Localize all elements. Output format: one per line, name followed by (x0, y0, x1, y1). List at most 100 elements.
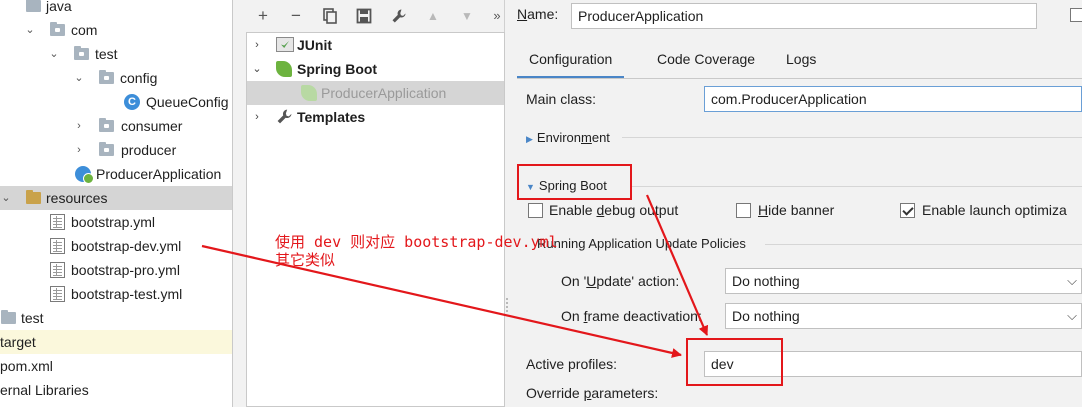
tree-row-consumer[interactable]: › consumer (0, 114, 232, 138)
chevron-down-icon[interactable]: ⌄ (48, 42, 60, 66)
package-folder-icon (74, 46, 89, 60)
section-divider (630, 186, 1082, 187)
tree-row-bootstrap-yml[interactable]: bootstrap.yml (0, 210, 232, 234)
tab-logs[interactable]: Logs (774, 41, 828, 78)
chevron-down-icon: ⌵ (1067, 273, 1077, 288)
on-frame-deactivation-dropdown[interactable]: Do nothing ⌵ (725, 303, 1082, 329)
tree-row-target[interactable]: target (0, 330, 232, 354)
edit-defaults-button[interactable] (388, 5, 410, 27)
active-profiles-highlight-box (686, 338, 783, 386)
override-parameters-label: Override parameters: (526, 385, 659, 401)
launch-optimization-label: Enable launch optimiza (922, 202, 1067, 218)
name-input[interactable]: ProducerApplication (571, 3, 1037, 29)
debug-output-checkbox[interactable] (528, 203, 543, 218)
tree-row-label: bootstrap-pro.yml (71, 262, 180, 278)
launch-optimization-checkbox[interactable] (900, 203, 915, 218)
section-divider (622, 137, 1082, 138)
tree-row-java[interactable]: java (0, 0, 232, 18)
tree-row-label: ProducerApplication (96, 166, 222, 182)
chevron-down-icon: ⌵ (1067, 308, 1077, 323)
dropdown-value: Do nothing (732, 308, 800, 324)
chevron-down-icon[interactable]: ⌄ (0, 186, 12, 210)
chevron-right-icon[interactable]: › (251, 105, 263, 129)
hide-banner-checkbox[interactable] (736, 203, 751, 218)
dropdown-value: Do nothing (732, 273, 800, 289)
tree-row-label: test (21, 310, 44, 326)
tree-row-label: target (0, 334, 36, 350)
tree-row-resources[interactable]: ⌄ resources (0, 186, 232, 210)
config-templates[interactable]: › Templates (247, 105, 504, 129)
chevron-down-icon[interactable]: ⌄ (73, 66, 85, 90)
config-tabs: Configuration Code Coverage Logs (517, 41, 1082, 79)
tree-row-label: test (95, 46, 118, 62)
tree-row-label: QueueConfig (146, 94, 229, 110)
name-label: Name: (517, 6, 559, 22)
tree-row-label: bootstrap-dev.yml (71, 238, 182, 254)
tree-row-config[interactable]: ⌄ config (0, 66, 232, 90)
tab-configuration[interactable]: Configuration (517, 41, 625, 78)
environment-section[interactable]: ▶ Environment (526, 130, 610, 145)
run-config-toolbar: + − ▲ ▼ » (234, 0, 505, 32)
yml-file-icon (50, 286, 65, 302)
tree-row-label: ernal Libraries (0, 382, 89, 398)
tree-row-label: bootstrap-test.yml (71, 286, 183, 302)
config-type-label: Templates (297, 109, 366, 125)
more-actions-button[interactable]: » (486, 5, 508, 27)
chevron-right-icon[interactable]: › (251, 33, 263, 57)
tree-row-pom[interactable]: pom.xml (0, 354, 232, 378)
tab-code-coverage[interactable]: Code Coverage (645, 41, 767, 78)
config-item-producerapplication[interactable]: ProducerApplication (247, 81, 504, 105)
tree-row-bootstrap-pro-yml[interactable]: bootstrap-pro.yml (0, 258, 232, 282)
add-config-button[interactable]: + (252, 5, 274, 27)
config-type-junit[interactable]: › JUnit (247, 33, 504, 57)
update-policies-section: Running Application Update Policies (537, 236, 746, 251)
tree-row-queueconfig[interactable]: C QueueConfig (0, 90, 232, 114)
junit-icon (276, 37, 294, 52)
spring-boot-icon (276, 61, 292, 77)
run-config-tree: › JUnit ⌄ Spring Boot ProducerApplicatio… (246, 32, 505, 407)
tree-row-producer[interactable]: › producer (0, 138, 232, 162)
save-config-button[interactable] (353, 5, 375, 27)
tree-row-bootstrap-test-yml[interactable]: bootstrap-test.yml (0, 282, 232, 306)
move-down-button[interactable]: ▼ (456, 5, 478, 27)
move-up-button[interactable]: ▲ (422, 5, 444, 27)
tree-row-test-root[interactable]: test (0, 306, 232, 330)
copy-config-button[interactable] (319, 5, 341, 27)
config-panel: Name: ProducerApplication Configuration … (510, 0, 1082, 407)
remove-config-button[interactable]: − (285, 5, 307, 27)
folder-icon (1, 310, 16, 324)
tree-row-label: java (46, 0, 72, 14)
annotation-line-1: 使用 dev 则对应 bootstrap-dev.yml (275, 233, 558, 251)
spring-boot-class-icon (75, 166, 94, 184)
section-divider (765, 244, 1082, 245)
main-class-input[interactable]: com.ProducerApplication (704, 86, 1082, 112)
active-profiles-label: Active profiles: (526, 356, 618, 372)
chevron-right-icon[interactable]: › (73, 114, 85, 138)
tree-row-producerapplication[interactable]: ProducerApplication (0, 162, 232, 186)
tree-row-external-libraries[interactable]: ernal Libraries (0, 378, 232, 402)
package-folder-icon (99, 118, 114, 132)
expand-triangle-icon: ▶ (526, 134, 533, 144)
tree-row-bootstrap-dev-yml[interactable]: bootstrap-dev.yml (0, 234, 232, 258)
chevron-right-icon[interactable]: › (73, 138, 85, 162)
share-checkbox[interactable] (1070, 8, 1082, 22)
config-item-label: ProducerApplication (321, 85, 447, 101)
annotation-note: 使用 dev 则对应 bootstrap-dev.yml 其它类似 (275, 233, 558, 269)
tree-row-com[interactable]: ⌄ com (0, 18, 232, 42)
chevron-down-icon[interactable]: ⌄ (251, 57, 263, 81)
tree-row-label: pom.xml (0, 358, 53, 374)
package-folder-icon (99, 70, 114, 84)
tree-row-label: com (71, 22, 98, 38)
folder-icon (26, 0, 41, 12)
package-folder-icon (99, 142, 114, 156)
config-type-spring-boot[interactable]: ⌄ Spring Boot (247, 57, 504, 81)
on-update-action-dropdown[interactable]: Do nothing ⌵ (725, 268, 1082, 294)
on-update-action-label: On 'Update' action: (561, 273, 680, 289)
tree-row-test[interactable]: ⌄ test (0, 42, 232, 66)
yml-file-icon (50, 238, 65, 254)
annotation-line-2: 其它类似 (275, 251, 336, 269)
copy-icon (323, 8, 337, 24)
tree-row-label: consumer (121, 118, 183, 134)
chevron-down-icon[interactable]: ⌄ (24, 18, 36, 42)
config-type-label: Spring Boot (297, 61, 378, 77)
